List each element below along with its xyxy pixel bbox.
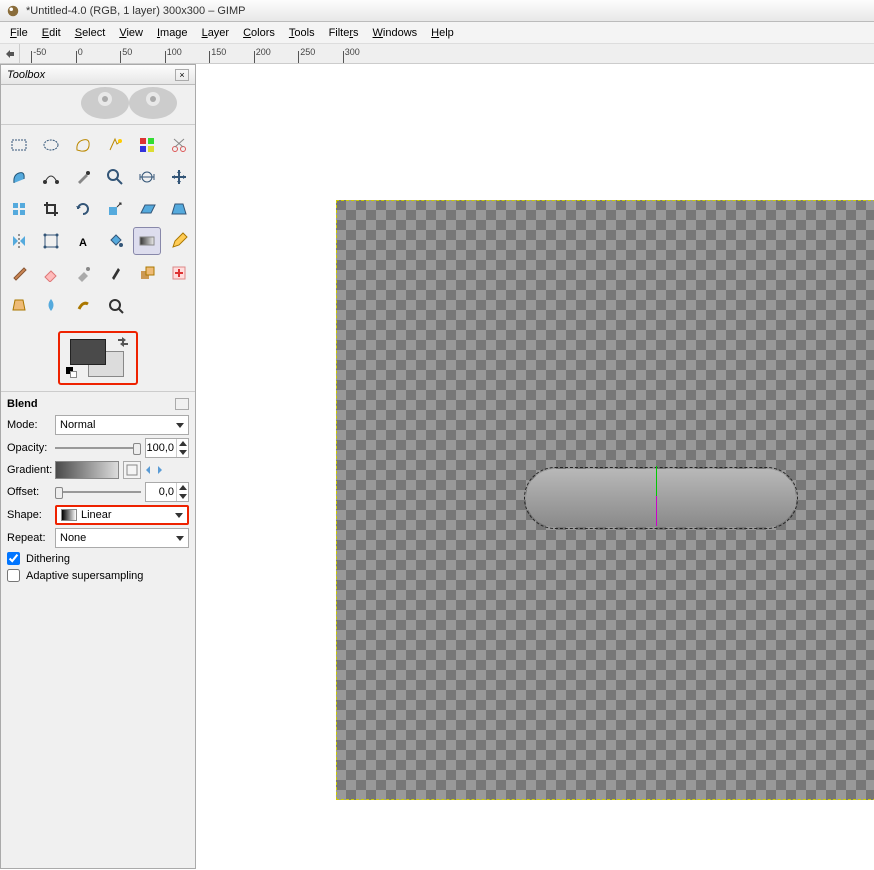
options-title: Blend — [7, 398, 38, 410]
menu-tools[interactable]: Tools — [283, 25, 321, 41]
tool-options: Blend Mode: Normal Opacity: 100,0 — [1, 391, 195, 590]
gradient-flip-button[interactable] — [145, 461, 163, 479]
menu-image[interactable]: Image — [151, 25, 194, 41]
mode-select[interactable]: Normal — [55, 415, 189, 435]
opacity-slider[interactable] — [55, 440, 141, 456]
tool-shear[interactable] — [133, 195, 161, 223]
chevron-down-icon — [175, 513, 183, 518]
tool-rect-select[interactable] — [5, 131, 33, 159]
menu-help[interactable]: Help — [425, 25, 460, 41]
tool-eraser[interactable] — [37, 259, 65, 287]
tool-dodge[interactable] — [101, 291, 129, 319]
tool-heal[interactable] — [165, 259, 193, 287]
tool-zoom[interactable] — [101, 163, 129, 191]
menu-file[interactable]: File — [4, 25, 34, 41]
tool-blend[interactable] — [133, 227, 161, 255]
pill-shape — [526, 469, 796, 527]
options-menu-icon[interactable] — [175, 398, 189, 410]
tool-align[interactable] — [5, 195, 33, 223]
tool-measure[interactable] — [133, 163, 161, 191]
tool-free-select[interactable] — [69, 131, 97, 159]
tool-ink[interactable] — [101, 259, 129, 287]
tool-pencil[interactable] — [165, 227, 193, 255]
tool-smudge[interactable] — [69, 291, 97, 319]
gradient-start-marker[interactable] — [656, 466, 657, 496]
canvas-area[interactable] — [196, 64, 874, 870]
offset-input[interactable]: 0,0 — [145, 482, 189, 502]
tool-ellipse-select[interactable] — [37, 131, 65, 159]
tool-cage[interactable] — [37, 227, 65, 255]
offset-slider[interactable] — [55, 484, 141, 500]
shape-label: Shape: — [7, 509, 51, 521]
opacity-label: Opacity: — [7, 442, 51, 454]
toolbox-close-icon[interactable]: × — [175, 69, 189, 81]
tool-text[interactable]: A — [69, 227, 97, 255]
tool-move[interactable] — [165, 163, 193, 191]
gradient-label: Gradient: — [7, 464, 51, 476]
shape-select[interactable]: Linear — [55, 505, 189, 525]
menu-edit[interactable]: Edit — [36, 25, 67, 41]
toolbox-title: Toolbox — [7, 69, 45, 81]
color-area — [1, 325, 195, 391]
tool-color-select[interactable] — [133, 131, 161, 159]
tool-grid: A — [1, 125, 195, 325]
repeat-select[interactable]: None — [55, 528, 189, 548]
svg-text:A: A — [79, 237, 87, 249]
tool-airbrush[interactable] — [69, 259, 97, 287]
swap-colors-icon[interactable] — [116, 335, 130, 349]
app-icon — [6, 4, 20, 18]
tool-flip[interactable] — [5, 227, 33, 255]
gradient-end-marker[interactable] — [656, 496, 657, 526]
linear-gradient-icon — [61, 509, 77, 521]
horizontal-ruler[interactable]: -150-100-50050100150200250300 — [20, 44, 874, 63]
tool-foreground-select[interactable] — [5, 163, 33, 191]
window-titlebar: *Untitled-4.0 (RGB, 1 layer) 300x300 – G… — [0, 0, 874, 22]
color-selector — [58, 331, 138, 385]
window-title: *Untitled-4.0 (RGB, 1 layer) 300x300 – G… — [26, 5, 245, 17]
menu-layer[interactable]: Layer — [196, 25, 236, 41]
tool-scissors[interactable] — [165, 131, 193, 159]
dithering-checkbox[interactable]: Dithering — [7, 552, 189, 565]
tool-scale[interactable] — [101, 195, 129, 223]
menu-filters[interactable]: Filters — [323, 25, 365, 41]
tool-paths[interactable] — [37, 163, 65, 191]
mode-label: Mode: — [7, 419, 51, 431]
toolbox-titlebar[interactable]: Toolbox × — [1, 65, 195, 85]
ruler-row: -150-100-50050100150200250300 — [0, 44, 874, 64]
opacity-input[interactable]: 100,0 — [145, 438, 189, 458]
tool-blur[interactable] — [37, 291, 65, 319]
menu-select[interactable]: Select — [69, 25, 112, 41]
menu-colors[interactable]: Colors — [237, 25, 281, 41]
offset-label: Offset: — [7, 486, 51, 498]
repeat-label: Repeat: — [7, 532, 51, 544]
toolbox-panel: Toolbox × A Blend — [0, 64, 196, 869]
tool-rotate[interactable] — [69, 195, 97, 223]
tool-fuzzy-select[interactable] — [101, 131, 129, 159]
tool-bucket-fill[interactable] — [101, 227, 129, 255]
gradient-preview[interactable] — [55, 461, 119, 479]
gradient-reverse-button[interactable] — [123, 461, 141, 479]
ruler-origin-toggle[interactable] — [0, 44, 20, 64]
chevron-down-icon — [176, 423, 184, 428]
menu-windows[interactable]: Windows — [367, 25, 424, 41]
tool-crop[interactable] — [37, 195, 65, 223]
menubar: File Edit Select View Image Layer Colors… — [0, 22, 874, 44]
tool-perspective-clone[interactable] — [5, 291, 33, 319]
tool-perspective[interactable] — [165, 195, 193, 223]
tool-color-picker[interactable] — [69, 163, 97, 191]
reset-colors-icon[interactable] — [66, 367, 78, 379]
tool-clone[interactable] — [133, 259, 161, 287]
adaptive-checkbox[interactable]: Adaptive supersampling — [7, 569, 189, 582]
tool-paintbrush[interactable] — [5, 259, 33, 287]
chevron-down-icon — [176, 536, 184, 541]
menu-view[interactable]: View — [113, 25, 149, 41]
toolbox-header-graphic — [1, 85, 195, 125]
foreground-color[interactable] — [70, 339, 106, 365]
